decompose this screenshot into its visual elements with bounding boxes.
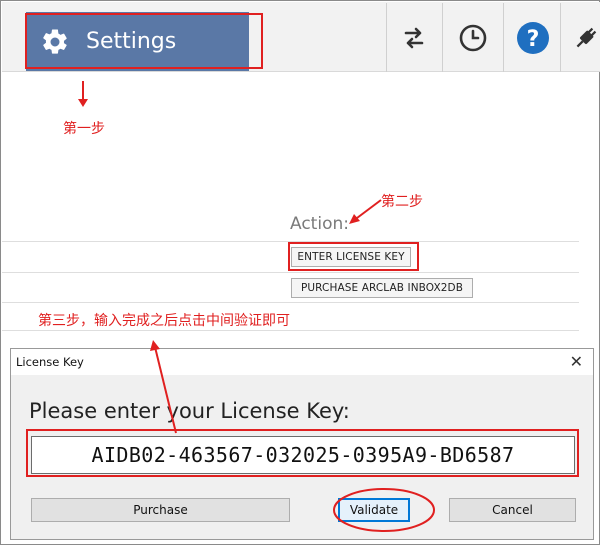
svg-text:?: ? [527, 27, 540, 52]
step2-arrow [349, 199, 382, 224]
dialog-title: License Key [16, 355, 84, 369]
help-icon: ? [517, 21, 549, 54]
app-window: Settings ? 第一步 Action: 第二步 ENTER LICENSE… [0, 0, 600, 545]
clock-icon [459, 24, 487, 51]
toolbar-divider [503, 3, 504, 72]
row-divider [2, 302, 579, 303]
step1-highlight-box [25, 13, 263, 69]
enter-license-key-button[interactable]: ENTER LICENSE KEY [291, 247, 411, 267]
plug-icon [576, 27, 597, 47]
step1-annotation: 第一步 [63, 121, 105, 137]
cancel-button[interactable]: Cancel [449, 498, 576, 522]
purchase-arclab-button[interactable]: PURCHASE ARCLAB INBOX2DB [291, 278, 473, 298]
row-divider [2, 330, 579, 331]
history-button[interactable] [446, 3, 500, 72]
swap-arrows-icon [404, 27, 424, 48]
toolbar-divider [560, 3, 561, 72]
purchase-button[interactable]: Purchase [31, 498, 290, 522]
step1-arrow [78, 81, 88, 107]
sync-button[interactable] [387, 3, 441, 72]
dialog-titlebar: License Key ✕ [11, 349, 593, 375]
license-key-prompt: Please enter your License Key: [29, 399, 350, 423]
validate-highlight-ellipse [333, 488, 435, 532]
row-divider [2, 272, 579, 273]
step3-annotation: 第三步，输入完成之后点击中间验证即可 [38, 313, 290, 329]
help-button[interactable]: ? [506, 3, 560, 72]
license-input-highlight-box [26, 429, 579, 477]
action-column-header: Action: [290, 214, 349, 234]
toolbar-divider [442, 3, 443, 72]
step2-annotation: 第二步 [381, 194, 423, 210]
step3-arrow [150, 340, 177, 434]
connect-button[interactable] [562, 3, 600, 72]
close-icon[interactable]: ✕ [570, 352, 583, 372]
